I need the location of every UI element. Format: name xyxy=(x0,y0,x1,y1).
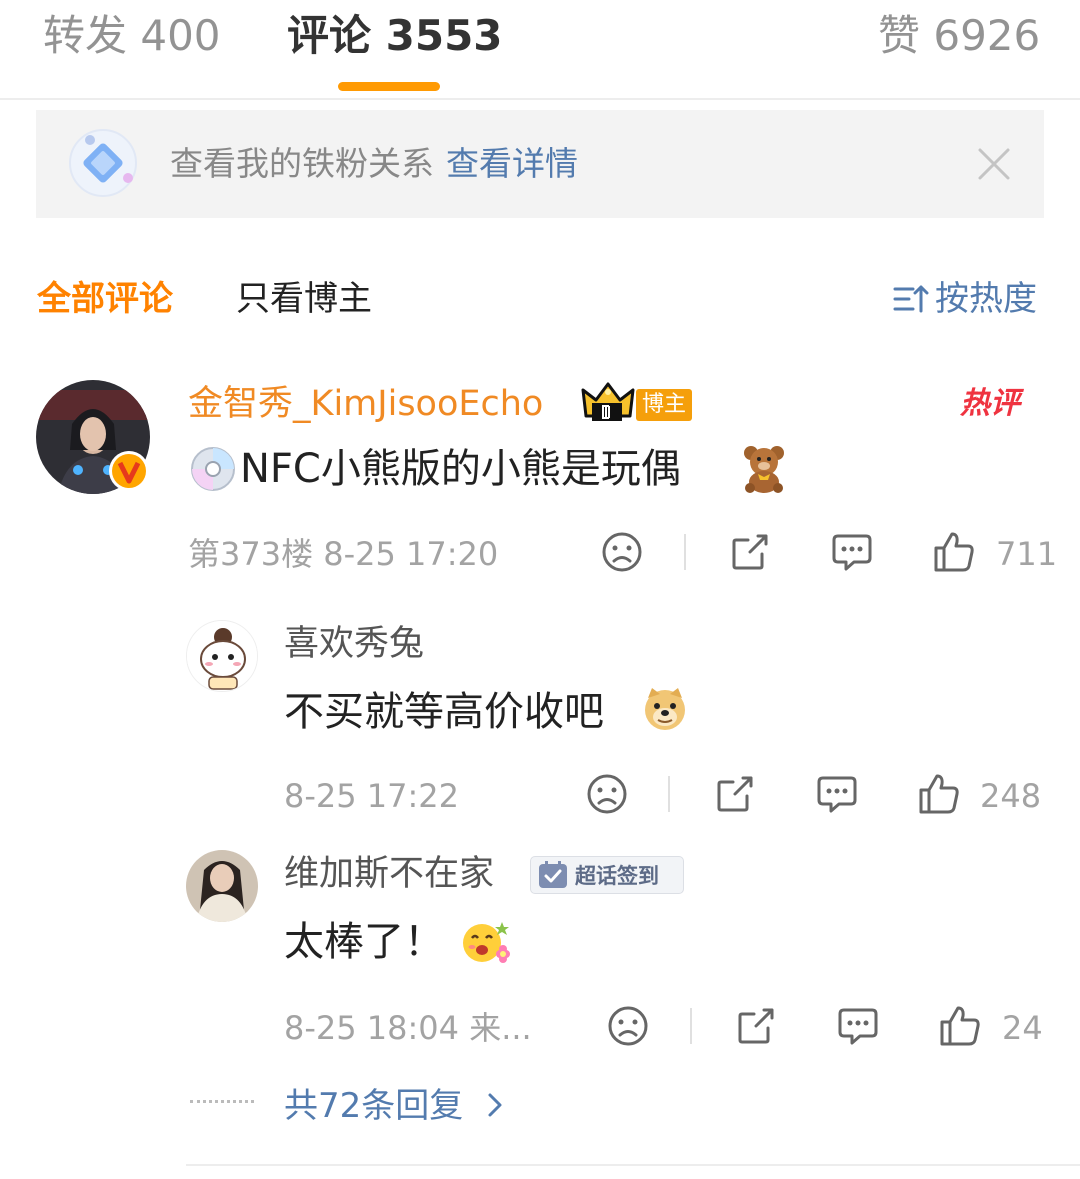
reply-meta: 8-25 18:04 来... xyxy=(284,1009,532,1047)
action-divider xyxy=(684,534,686,570)
tab-reposts[interactable]: 转发 400 xyxy=(43,6,221,66)
filter-host-only[interactable]: 只看博主 xyxy=(236,275,372,323)
dislike-face-icon[interactable] xyxy=(606,1004,650,1048)
top-divider xyxy=(0,98,1080,100)
action-divider xyxy=(668,776,670,812)
fan-relation-banner[interactable]: 查看我的铁粉关系 查看详情 xyxy=(36,110,1044,218)
reply-text: 不买就等高价收吧 xyxy=(284,689,604,735)
verified-v-icon xyxy=(108,450,150,492)
teddy-bear-emoji-icon xyxy=(740,444,788,494)
reply-username[interactable]: 喜欢秀兔 xyxy=(284,620,424,668)
reply-meta: 8-25 17:22 xyxy=(284,777,460,815)
sort-icon xyxy=(893,285,929,313)
like-count: 248 xyxy=(980,777,1042,815)
crown-icon xyxy=(580,380,636,424)
comment-icon[interactable] xyxy=(830,530,874,574)
doge-emoji-icon xyxy=(642,686,688,732)
action-divider xyxy=(690,1008,692,1044)
comment-icon[interactable] xyxy=(836,1004,880,1048)
happy-flower-emoji-icon xyxy=(460,918,510,966)
comment-text: NFC小熊版的小熊是玩偶 xyxy=(240,446,681,492)
share-icon[interactable] xyxy=(728,530,772,574)
sort-by-hot-button[interactable]: 按热度 xyxy=(893,275,1037,323)
like-count: 711 xyxy=(996,535,1058,573)
bottom-divider xyxy=(186,1164,1080,1166)
dislike-face-icon[interactable] xyxy=(585,772,629,816)
active-tab-indicator xyxy=(338,82,440,91)
avatar[interactable] xyxy=(186,850,258,922)
share-icon[interactable] xyxy=(713,772,757,816)
hot-comment-label: 热评 xyxy=(960,386,1020,421)
super-topic-checkin-badge: 超话签到 xyxy=(530,856,684,894)
filter-all-comments[interactable]: 全部评论 xyxy=(37,275,173,323)
sort-label: 按热度 xyxy=(935,279,1037,319)
fan-diamond-icon xyxy=(68,128,138,198)
host-badge: 博主 xyxy=(636,389,692,421)
like-thumb-icon[interactable] xyxy=(917,772,961,816)
view-all-replies-label: 共72条回复 xyxy=(284,1086,464,1126)
like-thumb-icon[interactable] xyxy=(938,1004,982,1048)
dots-divider xyxy=(190,1100,254,1104)
view-details-link[interactable]: 查看详情 xyxy=(446,144,578,183)
comment-username[interactable]: 金智秀_KimJisooEcho xyxy=(188,380,543,428)
comment-icon[interactable] xyxy=(815,772,859,816)
share-icon[interactable] xyxy=(734,1004,778,1048)
view-all-replies-link[interactable]: 共72条回复 xyxy=(284,1082,506,1130)
like-count: 24 xyxy=(1002,1009,1043,1047)
super-topic-checkin-label: 超话签到 xyxy=(575,864,659,888)
close-icon[interactable] xyxy=(972,142,1016,186)
reply-username[interactable]: 维加斯不在家 xyxy=(284,850,494,898)
dislike-face-icon[interactable] xyxy=(600,530,644,574)
cd-emoji-icon xyxy=(190,446,236,492)
tab-likes[interactable]: 赞 6926 xyxy=(878,6,1040,66)
comment-meta: 第373楼 8-25 17:20 xyxy=(188,535,499,573)
tab-comments[interactable]: 评论 3553 xyxy=(287,6,503,66)
chevron-right-icon xyxy=(488,1093,502,1117)
checkin-icon xyxy=(539,861,567,888)
avatar[interactable] xyxy=(186,620,258,692)
banner-text: 查看我的铁粉关系 xyxy=(170,144,434,183)
like-thumb-icon[interactable] xyxy=(932,530,976,574)
reply-text: 太棒了！ xyxy=(284,919,444,965)
